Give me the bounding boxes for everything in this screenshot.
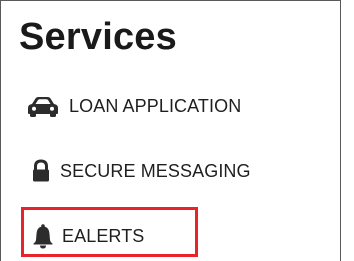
loan-application-label: LOAN APPLICATION: [69, 96, 242, 116]
lock-icon: [30, 159, 52, 183]
services-panel: Services LOAN APPLICATION SECURE MESSAGI…: [0, 0, 341, 261]
services-heading: Services: [19, 16, 177, 58]
ealerts-label: EALERTS: [62, 226, 145, 246]
car-icon: [25, 94, 61, 118]
secure-messaging-link[interactable]: SECURE MESSAGING: [30, 156, 251, 186]
secure-messaging-label: SECURE MESSAGING: [60, 161, 251, 181]
ealerts-link[interactable]: EALERTS: [32, 221, 144, 251]
bell-icon: [32, 223, 54, 249]
loan-application-link[interactable]: LOAN APPLICATION: [25, 91, 241, 121]
